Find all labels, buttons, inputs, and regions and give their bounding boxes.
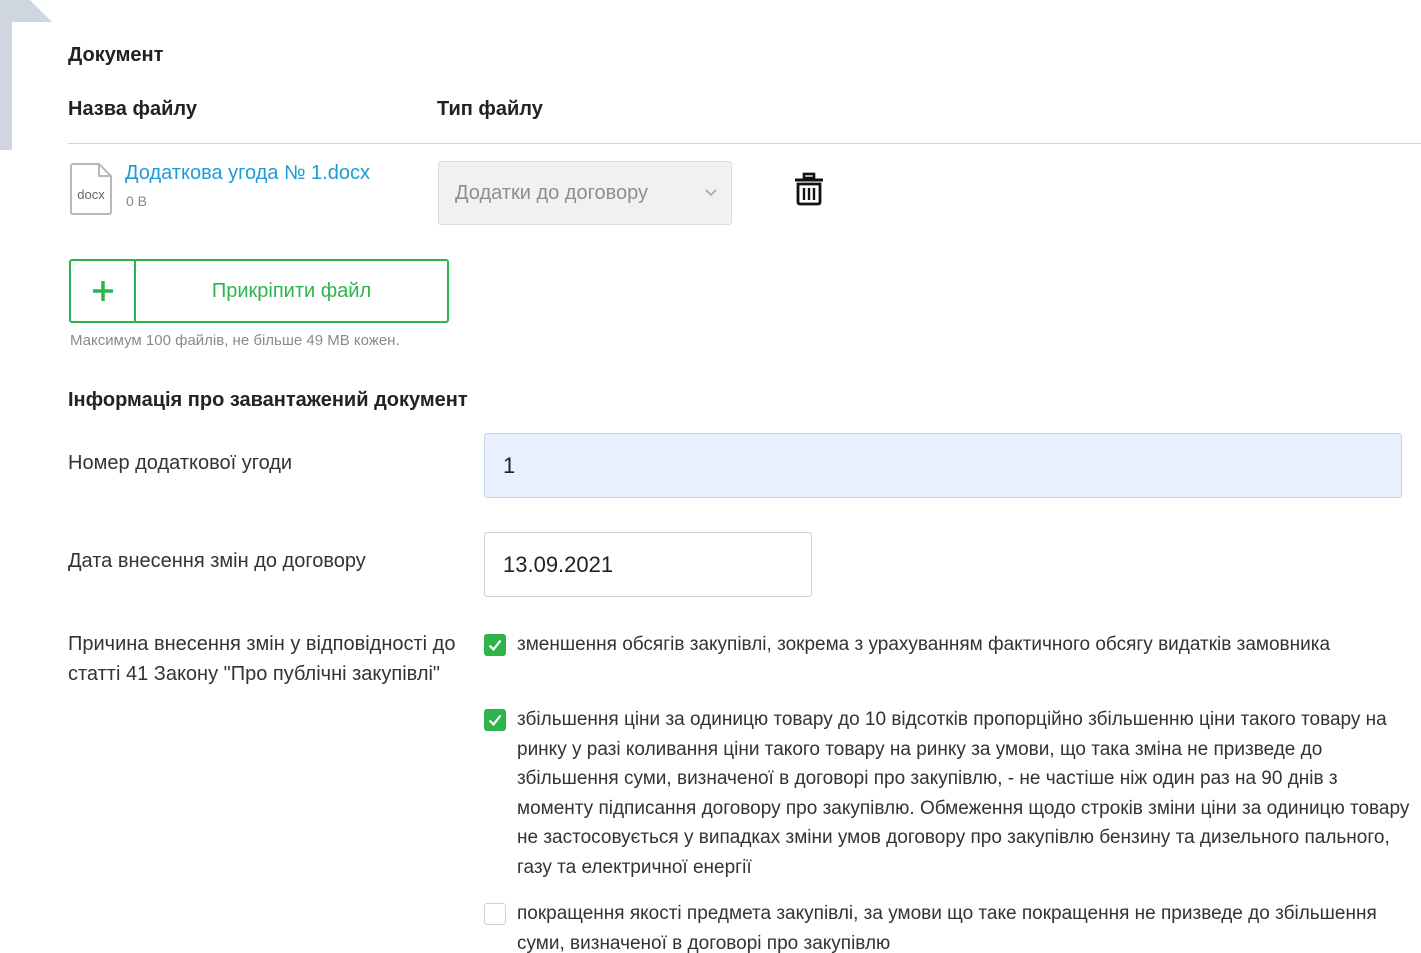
agreement-number-label: Номер додаткової угоди	[68, 452, 293, 474]
section-title-document: Документ	[68, 44, 164, 66]
reason-checkbox[interactable]	[484, 903, 506, 925]
file-size: 0 B	[126, 193, 148, 209]
reason-checkbox[interactable]	[484, 634, 506, 656]
agreement-number-input[interactable]: 1	[484, 433, 1402, 498]
attach-file-button[interactable]: Прикріпити файл	[69, 259, 449, 323]
reason-text: зменшення обсягів закупівлі, зокрема з у…	[517, 634, 1331, 655]
file-type-selected-value: Додатки до договору	[455, 181, 648, 204]
attach-file-label: Прикріпити файл	[211, 279, 372, 302]
docx-file-icon: docx	[69, 162, 113, 216]
check-icon	[488, 714, 502, 727]
upload-limits-hint: Максимум 100 файлів, не більше 49 MB кож…	[70, 332, 400, 349]
change-date-label: Дата внесення змін до договору	[68, 550, 366, 572]
header-divider	[68, 143, 1421, 144]
file-type-select[interactable]: Додатки до договору	[438, 161, 732, 225]
reason-option[interactable]: зменшення обсягів закупівлі, зокрема з у…	[484, 630, 1414, 660]
check-icon	[488, 639, 502, 652]
reason-text: покращення якості предмета закупівлі, за…	[517, 903, 1377, 953]
chevron-down-icon	[705, 189, 717, 197]
change-date-input[interactable]: 13.09.2021	[484, 532, 812, 597]
trash-icon[interactable]	[791, 171, 827, 207]
column-header-file-name: Назва файлу	[68, 98, 197, 120]
reason-option[interactable]: покращення якості предмета закупівлі, за…	[484, 899, 1414, 953]
change-reason-label: Причина внесення змін у відповідності до…	[68, 633, 456, 685]
reason-text: збільшення ціни за одиницю товару до 10 …	[517, 709, 1410, 878]
section-title-document-info: Інформація про завантажений документ	[68, 389, 468, 411]
plus-icon	[71, 261, 136, 321]
reason-checkbox[interactable]	[484, 709, 506, 731]
reason-option[interactable]: збільшення ціни за одиницю товару до 10 …	[484, 705, 1414, 882]
change-date-value: 13.09.2021	[503, 551, 614, 577]
agreement-number-value: 1	[503, 452, 516, 478]
file-name-link[interactable]: Додаткова угода № 1.docx	[125, 162, 370, 185]
page: Документ Назва файлу Тип файлу docx Дода…	[0, 0, 1421, 953]
corner-decoration	[0, 0, 52, 150]
column-header-file-type: Тип файлу	[437, 98, 543, 120]
file-icon-label: docx	[77, 187, 105, 202]
